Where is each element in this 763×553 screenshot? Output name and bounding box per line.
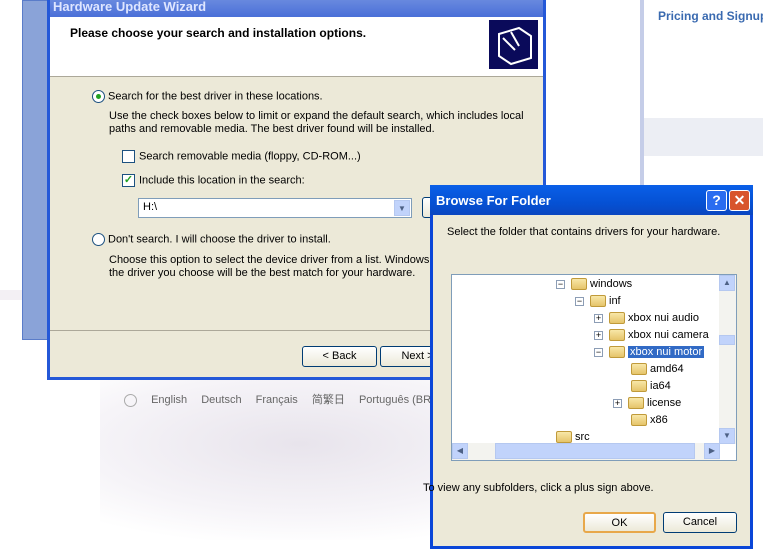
close-button[interactable]: ✕ xyxy=(729,190,750,211)
radio-search-best[interactable]: Search for the best driver in these loca… xyxy=(92,90,323,103)
lang-portugues[interactable]: Português (BR) xyxy=(359,394,435,406)
scroll-thumb[interactable] xyxy=(719,335,735,345)
folder-icon xyxy=(590,295,606,308)
browse-for-folder-dialog: Browse For Folder ? ✕ Select the folder … xyxy=(423,185,753,549)
radio-label: Don't search. I will choose the driver t… xyxy=(108,233,331,246)
tree-node-xbox-nui-audio[interactable]: + xbox nui audio xyxy=(594,310,699,326)
checkbox[interactable] xyxy=(122,150,135,163)
wizard-title-bar[interactable]: Hardware Update Wizard xyxy=(50,0,543,17)
location-value: H:\ xyxy=(143,201,158,213)
node-label: windows xyxy=(590,278,633,290)
folder-icon xyxy=(571,278,587,291)
tree-node-license[interactable]: + license xyxy=(613,395,681,411)
scroll-up-icon[interactable]: ▲ xyxy=(719,275,735,291)
folder-tree[interactable]: − windows − inf + xbox nui audio + xbox nui … xyxy=(451,274,737,461)
radio-button[interactable] xyxy=(92,233,105,246)
node-label: amd64 xyxy=(650,363,684,375)
node-label: inf xyxy=(609,295,621,307)
tree-node-amd64[interactable]: amd64 xyxy=(631,361,684,377)
location-combobox[interactable]: H:\ ▼ xyxy=(138,198,412,218)
option2-description: Choose this option to select the device … xyxy=(109,254,445,280)
lang-chinese-japanese[interactable]: 简繁日 xyxy=(312,394,345,406)
hardware-icon xyxy=(489,20,538,69)
tree-node-x86[interactable]: x86 xyxy=(631,412,668,428)
folder-icon xyxy=(556,431,572,444)
lang-deutsch[interactable]: Deutsch xyxy=(201,394,241,406)
folder-icon xyxy=(609,329,625,342)
radio-button[interactable] xyxy=(92,90,105,103)
scroll-thumb[interactable] xyxy=(495,443,695,459)
cancel-button[interactable]: Cancel xyxy=(663,512,737,533)
scroll-left-icon[interactable]: ◀ xyxy=(452,443,468,459)
tree-node-xbox-nui-motor[interactable]: − xbox nui motor xyxy=(594,344,705,360)
tree-node-xbox-nui-camera[interactable]: + xbox nui camera xyxy=(594,327,709,343)
folder-icon xyxy=(631,363,647,376)
desc-line: Choose this option to select the device … xyxy=(109,254,445,266)
background-window-frame xyxy=(22,0,48,340)
folder-open-icon xyxy=(609,346,625,359)
browse-prompt: Select the folder that contains drivers … xyxy=(447,226,721,238)
wizard-heading: Please choose your search and installati… xyxy=(70,26,367,40)
tree-node-windows[interactable]: − windows xyxy=(556,276,632,292)
node-label-selected: xbox nui motor xyxy=(628,346,705,358)
language-bar: English Deutsch Français 简繁日 Português (… xyxy=(124,391,467,407)
browse-title: Browse For Folder xyxy=(436,193,551,208)
lang-english[interactable]: English xyxy=(151,394,187,406)
pricing-signup-link[interactable]: Pricing and Signup xyxy=(658,9,763,23)
expand-icon[interactable]: + xyxy=(613,398,622,408)
desc-line: the driver you choose will be the best m… xyxy=(109,267,416,279)
folder-icon xyxy=(631,414,647,427)
tree-node-inf[interactable]: − inf xyxy=(575,293,621,309)
help-button[interactable]: ? xyxy=(706,190,727,211)
radio-label: Search for the best driver in these loca… xyxy=(108,90,323,103)
browse-hint: To view any subfolders, click a plus sig… xyxy=(423,482,654,494)
node-label: xbox nui audio xyxy=(628,312,699,324)
wizard-header: Please choose your search and installati… xyxy=(50,17,543,77)
checkbox-checked[interactable]: ✓ xyxy=(122,174,135,187)
collapse-icon[interactable]: − xyxy=(575,296,584,306)
node-label: x86 xyxy=(650,414,668,426)
option1-description: Use the check boxes below to limit or ex… xyxy=(109,110,524,135)
wizard-title: Hardware Update Wizard xyxy=(53,0,207,14)
scroll-right-icon[interactable]: ▶ xyxy=(704,443,720,459)
expand-icon[interactable]: + xyxy=(594,313,603,323)
folder-icon xyxy=(631,380,647,393)
chevron-down-icon[interactable]: ▼ xyxy=(394,200,410,216)
collapse-icon[interactable]: − xyxy=(594,347,603,357)
browse-title-bar[interactable]: Browse For Folder ? ✕ xyxy=(430,185,753,215)
checkbox-label: Search removable media (floppy, CD-ROM..… xyxy=(139,150,361,163)
globe-icon xyxy=(124,393,137,407)
node-label: xbox nui camera xyxy=(628,329,709,341)
lang-francais[interactable]: Français xyxy=(256,394,298,406)
radio-dont-search[interactable]: Don't search. I will choose the driver t… xyxy=(92,233,331,246)
checkbox-removable-media[interactable]: Search removable media (floppy, CD-ROM..… xyxy=(122,150,361,163)
node-label: ia64 xyxy=(650,380,671,392)
back-button[interactable]: < Back xyxy=(302,346,377,367)
ok-button[interactable]: OK xyxy=(583,512,656,533)
node-label: license xyxy=(647,397,682,409)
folder-icon xyxy=(628,397,644,410)
scroll-down-icon[interactable]: ▼ xyxy=(719,428,735,444)
checkbox-label: Include this location in the search: xyxy=(139,174,305,187)
collapse-icon[interactable]: − xyxy=(556,279,565,289)
horizontal-scrollbar[interactable]: ◀ ▶ xyxy=(452,443,720,460)
expand-icon[interactable]: + xyxy=(594,330,603,340)
vertical-scrollbar[interactable]: ▲ ▼ xyxy=(719,275,736,444)
tree-node-ia64[interactable]: ia64 xyxy=(631,378,671,394)
checkbox-include-location[interactable]: ✓ Include this location in the search: xyxy=(122,174,305,187)
node-label: src xyxy=(575,431,590,443)
folder-icon xyxy=(609,312,625,325)
band xyxy=(644,118,763,156)
